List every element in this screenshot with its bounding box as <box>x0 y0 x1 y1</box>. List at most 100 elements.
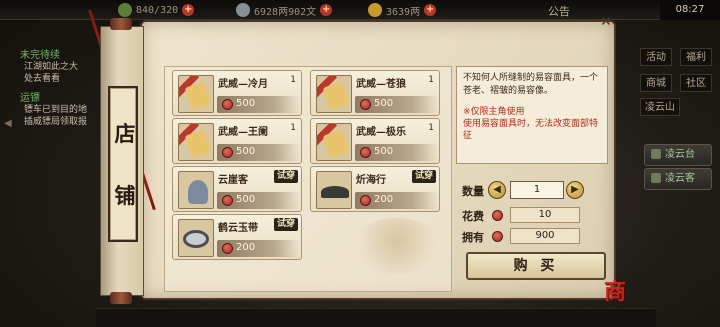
decrease-quantity-button[interactable]: ◀ <box>488 181 506 199</box>
red-coin-icon <box>492 210 503 221</box>
note-line-1: ※仅限主角使用 <box>463 107 525 117</box>
resource-silver: 6928两902文 + <box>236 2 333 18</box>
red-coin-icon <box>360 99 371 110</box>
resource-gold: 3639两 + <box>368 2 437 18</box>
quest-text-1b: 处去看看 <box>24 74 61 84</box>
add-gold-button[interactable]: + <box>424 4 437 16</box>
add-stamina-button[interactable]: + <box>182 4 195 16</box>
cost-label: 花费 <box>462 210 484 223</box>
game-logo: 商 <box>604 279 627 305</box>
quest-text-2a: 镖车已到目的地 <box>24 105 88 115</box>
item-name: 炘海行 <box>356 175 386 186</box>
collapse-quest-arrow-icon[interactable]: ◀ <box>4 118 12 129</box>
mall-button[interactable]: 商城 <box>640 74 672 92</box>
mask-item-icon <box>316 75 352 113</box>
item-name: 武威—苍狼 <box>356 79 406 90</box>
increase-quantity-button[interactable]: ▶ <box>566 181 584 199</box>
quest-title-2: 运镖 <box>20 93 40 104</box>
red-coin-icon <box>492 231 503 242</box>
red-coin-icon <box>222 147 233 158</box>
announcement-button[interactable]: 公告 <box>548 3 570 19</box>
try-on-button[interactable]: 试穿 <box>274 218 298 231</box>
description-text: 不知何人所缝制的易容面具，一个苍老、褶皱的易容像。 <box>463 73 599 96</box>
quest-title-1: 未完待续 <box>20 50 60 61</box>
tab-icon <box>651 173 661 183</box>
tab-label: 凌云台 <box>665 149 695 160</box>
shop-item[interactable]: 武威—极乐 1 500 <box>310 118 440 164</box>
scroll-cap-bottom <box>110 292 132 304</box>
silver-value: 6928两902文 <box>254 6 317 18</box>
shop-item[interactable]: 武威—王阑 1 500 <box>172 118 302 164</box>
item-price: 500 <box>217 96 299 113</box>
try-on-button[interactable]: 试穿 <box>274 170 298 183</box>
quantity-input[interactable]: 1 <box>510 181 564 199</box>
owned-value: 900 <box>510 228 580 244</box>
mask-item-icon <box>178 75 214 113</box>
shop-item[interactable]: 武威—冷月 1 500 <box>172 70 302 116</box>
item-name: 云崖客 <box>218 175 248 186</box>
buy-button[interactable]: 购 买 <box>466 252 606 280</box>
belt-item-icon <box>178 219 214 257</box>
item-quantity: 1 <box>290 123 296 133</box>
note-line-2: 使用易容面具时，无法改变面部特征 <box>463 119 599 141</box>
shop-item[interactable]: 武威—苍狼 1 500 <box>310 70 440 116</box>
item-quantity: 1 <box>428 123 434 133</box>
stamina-value: 840/320 <box>136 4 179 16</box>
clock: 08:27 <box>660 0 720 20</box>
shop-title-char-1: 店 <box>114 121 136 146</box>
tab-label: 凌云客 <box>665 173 695 184</box>
hat-item-icon <box>316 171 352 209</box>
red-coin-icon <box>222 195 233 206</box>
item-name: 鹤云玉带 <box>218 223 258 234</box>
cost-value: 10 <box>510 207 580 223</box>
mask-item-icon <box>316 123 352 161</box>
try-on-button[interactable]: 试穿 <box>412 170 436 183</box>
item-name: 武威—冷月 <box>218 79 268 90</box>
mask-item-icon <box>178 123 214 161</box>
tab-lingyunke[interactable]: 凌云客 <box>644 168 712 190</box>
item-quantity: 1 <box>290 75 296 85</box>
panel-watermark <box>352 218 442 274</box>
quest-tracker[interactable]: 未完待续 江湖如此之大 处去看看 运镖 镖车已到目的地 插威镖局领取报 <box>0 36 96 156</box>
stamina-icon <box>118 3 132 17</box>
community-button[interactable]: 社区 <box>680 74 712 92</box>
tab-lingyuntai[interactable]: 凌云台 <box>644 144 712 166</box>
shop-item[interactable]: 云崖客 试穿 500 <box>172 166 302 212</box>
welfare-button[interactable]: 福利 <box>680 48 712 66</box>
red-coin-icon <box>360 147 371 158</box>
gold-icon <box>368 3 382 17</box>
description-note: ※仅限主角使用 使用易容面具时，无法改变面部特征 <box>463 106 601 142</box>
red-coin-icon <box>222 99 233 110</box>
add-silver-button[interactable]: + <box>320 4 333 16</box>
item-price: 200 <box>217 240 299 257</box>
quantity-label: 数量 <box>462 185 484 198</box>
gold-value: 3639两 <box>386 6 421 18</box>
red-coin-icon <box>222 243 233 254</box>
quest-text-2b: 插威镖局领取报 <box>24 117 88 127</box>
location-label: 凌云山 <box>640 98 680 116</box>
resource-stamina: 840/320 + <box>118 2 195 18</box>
shop-item[interactable]: 炘海行 试穿 200 <box>310 166 440 212</box>
shop-title: 店 铺 <box>108 86 138 242</box>
silver-icon <box>236 3 250 17</box>
shop-item[interactable]: 鹤云玉带 试穿 200 <box>172 214 302 260</box>
item-price: 500 <box>355 144 437 161</box>
tab-icon <box>651 149 661 159</box>
shop-title-char-2: 铺 <box>114 183 136 208</box>
owned-label: 拥有 <box>462 231 484 244</box>
item-price: 500 <box>217 192 299 209</box>
quest-text-1a: 江湖如此之大 <box>24 62 79 72</box>
item-price: 200 <box>355 192 437 209</box>
activity-button[interactable]: 活动 <box>640 48 672 66</box>
item-name: 武威—极乐 <box>356 127 406 138</box>
scroll-cap-top <box>110 18 132 30</box>
red-coin-icon <box>360 195 371 206</box>
close-icon[interactable]: ✕ <box>598 14 614 30</box>
bottom-bar <box>96 308 656 327</box>
item-price: 500 <box>217 144 299 161</box>
item-quantity: 1 <box>428 75 434 85</box>
item-description: 不知何人所缝制的易容面具，一个苍老、褶皱的易容像。 ※仅限主角使用 使用易容面具… <box>456 66 608 164</box>
outfit-item-icon <box>178 171 214 209</box>
item-name: 武威—王阑 <box>218 127 268 138</box>
item-price: 500 <box>355 96 437 113</box>
